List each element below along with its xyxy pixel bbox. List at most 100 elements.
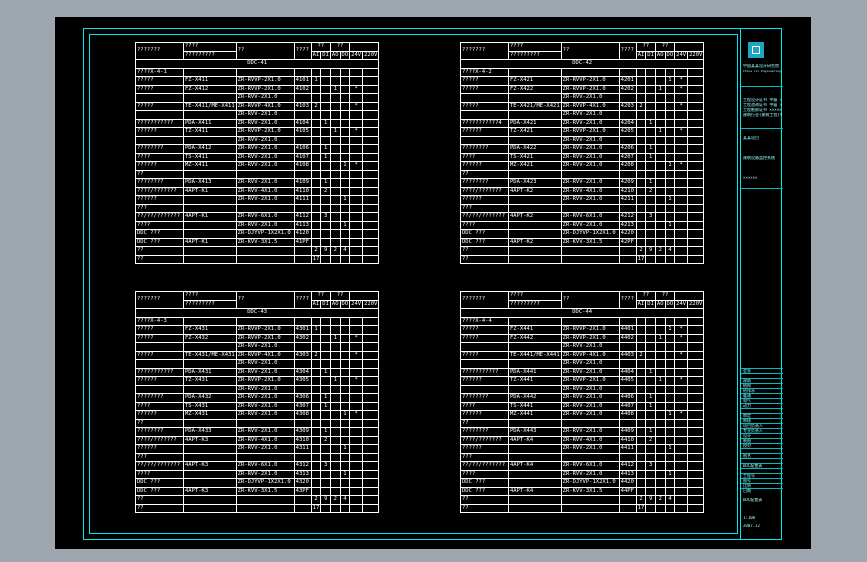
location-cell: ?? [135, 169, 184, 179]
table-row: ????? FZ-X432 ZR-RVVP-2X1.0 4302 1 * [135, 333, 380, 343]
table-row: ?? 2 9 2 4 [460, 246, 705, 256]
device-cell: FZ-X442 [508, 333, 562, 343]
table-row: ZR-RVV-2X1.0 [135, 384, 380, 394]
location-cell: DDC ??? [135, 229, 184, 239]
table-row: ?? 2 9 2 4 [460, 495, 705, 505]
io-value-cell [329, 161, 341, 171]
table-row: ????? FZ-X411 ZR-RVVP-2X1.0 4101 1 [135, 76, 380, 86]
header-cell [674, 42, 705, 52]
io-value-cell: 3 [645, 461, 656, 471]
table-row: ?????? ZR-RVV-2X1.0 4411 1 [460, 444, 705, 454]
cable-cell [235, 203, 295, 213]
io-value-cell [320, 127, 331, 137]
cable-cell: ZR-RVVP-2X1.0 [235, 127, 295, 137]
point-number-cell: 4220 [618, 229, 637, 239]
header-cell: ????????? [508, 50, 562, 60]
io-value-cell [654, 118, 666, 128]
io-value-cell [687, 384, 705, 394]
io-value-cell [362, 118, 380, 128]
io-value-cell [687, 325, 705, 335]
location-cell: ??? [460, 203, 509, 213]
io-value-cell [362, 325, 380, 335]
cable-cell: ZR-RVV-2X1.0 [235, 410, 295, 420]
point-number-cell: 4112 [293, 212, 312, 222]
cable-cell: ZR-RVV-2X1.0 [235, 144, 295, 154]
device-cell [508, 195, 562, 205]
io-value-cell [310, 367, 322, 377]
table-row: ?????? MZ-X431 ZR-RVV-2X1.0 4308 1 * [135, 410, 380, 420]
io-value-cell [664, 486, 676, 496]
io-value-cell [645, 67, 656, 77]
io-value-cell [664, 101, 676, 111]
io-value-cell [339, 401, 351, 411]
point-number-cell: 4108 [293, 161, 312, 171]
io-value-cell: 1 [645, 367, 656, 377]
table-row: DDC ??? 4APT-K3 ZR-KVV-3X1.5 43PF [135, 486, 380, 496]
device-cell [183, 384, 237, 394]
cable-cell: ZR-RVV-2X1.0 [235, 367, 295, 377]
io-value-cell: 2 [310, 246, 322, 256]
io-value-cell [654, 401, 666, 411]
io-value-cell [349, 342, 364, 352]
io-value-cell [654, 110, 666, 120]
point-number-cell: 4420 [618, 478, 637, 488]
io-value-cell [329, 203, 341, 213]
table-row: ????/??????? 4APT-K1 ZR-RVV-4X1.0 4110 2 [135, 186, 380, 196]
cable-cell [560, 254, 620, 264]
io-value-cell: 2 [320, 186, 331, 196]
io-value-cell [362, 435, 380, 445]
io-value-cell [320, 203, 331, 213]
io-value-cell [329, 350, 341, 360]
io-value-cell [687, 195, 705, 205]
io-value-cell: 1 [664, 161, 676, 171]
cable-cell: ZR-RVV-2X1.0 [235, 118, 295, 128]
device-cell: PDA-X442 [508, 393, 562, 403]
device-cell [183, 418, 237, 428]
point-number-cell: 4203 [618, 101, 637, 111]
table-row: ZR-RVV-2X1.0 [460, 93, 705, 103]
header-cell: ?? [310, 42, 331, 52]
io-value-cell [654, 469, 666, 479]
drawing-date: 2007.12 [743, 524, 760, 528]
io-value-cell [339, 427, 351, 437]
io-value-cell [645, 76, 656, 86]
device-cell [183, 254, 237, 264]
io-value-cell [362, 495, 380, 505]
table-row: ???????? PDA-X443 ZR-RVV-2X1.0 4409 1 [460, 427, 705, 437]
table-row: DDC ??? 4APT-K4 ZR-KVV-3X1.5 44PF [460, 486, 705, 496]
io-value-cell [362, 186, 380, 196]
io-value-cell: * [674, 84, 689, 94]
io-value-cell [339, 203, 351, 213]
location-cell: ???? [135, 152, 184, 162]
point-number-cell: 4303 [293, 350, 312, 360]
cable-cell [560, 67, 620, 77]
io-header: AO [329, 299, 341, 309]
cable-cell: ZR-RVVP-2X1.0 [560, 333, 620, 343]
point-number-cell: 4205 [618, 127, 637, 137]
cable-cell: ZR-RVVP-2X1.0 [560, 325, 620, 335]
io-value-cell [664, 144, 676, 154]
cable-cell [560, 503, 620, 513]
location-cell [460, 342, 509, 352]
io-value-cell [349, 495, 364, 505]
io-value-cell [329, 342, 341, 352]
io-value-cell [664, 452, 676, 462]
io-value-cell [635, 384, 647, 394]
cable-cell: ZR-RVV-2X1.0 [235, 393, 295, 403]
cable-cell [235, 418, 295, 428]
point-number-cell [618, 135, 637, 145]
io-value-cell [362, 135, 380, 145]
cable-cell: ZR-RVV-2X1.0 [560, 110, 620, 120]
table-row: ?????? MZ-X411 ZR-RVV-2X1.0 4108 1 * [135, 161, 380, 171]
io-value-cell [339, 393, 351, 403]
io-header: 24V [349, 299, 364, 309]
io-value-cell [339, 67, 351, 77]
io-value-cell [362, 101, 380, 111]
table-row: ZR-RVV-2X1.0 [460, 135, 705, 145]
cable-cell: ZR-RVVP-4X1.0 [235, 101, 295, 111]
point-number-cell [618, 418, 637, 428]
device-cell: FZ-X431 [183, 325, 237, 335]
io-value-cell: 1 [645, 393, 656, 403]
io-value-cell [362, 67, 380, 77]
cable-cell: ZR-RVV-2X1.0 [235, 359, 295, 369]
